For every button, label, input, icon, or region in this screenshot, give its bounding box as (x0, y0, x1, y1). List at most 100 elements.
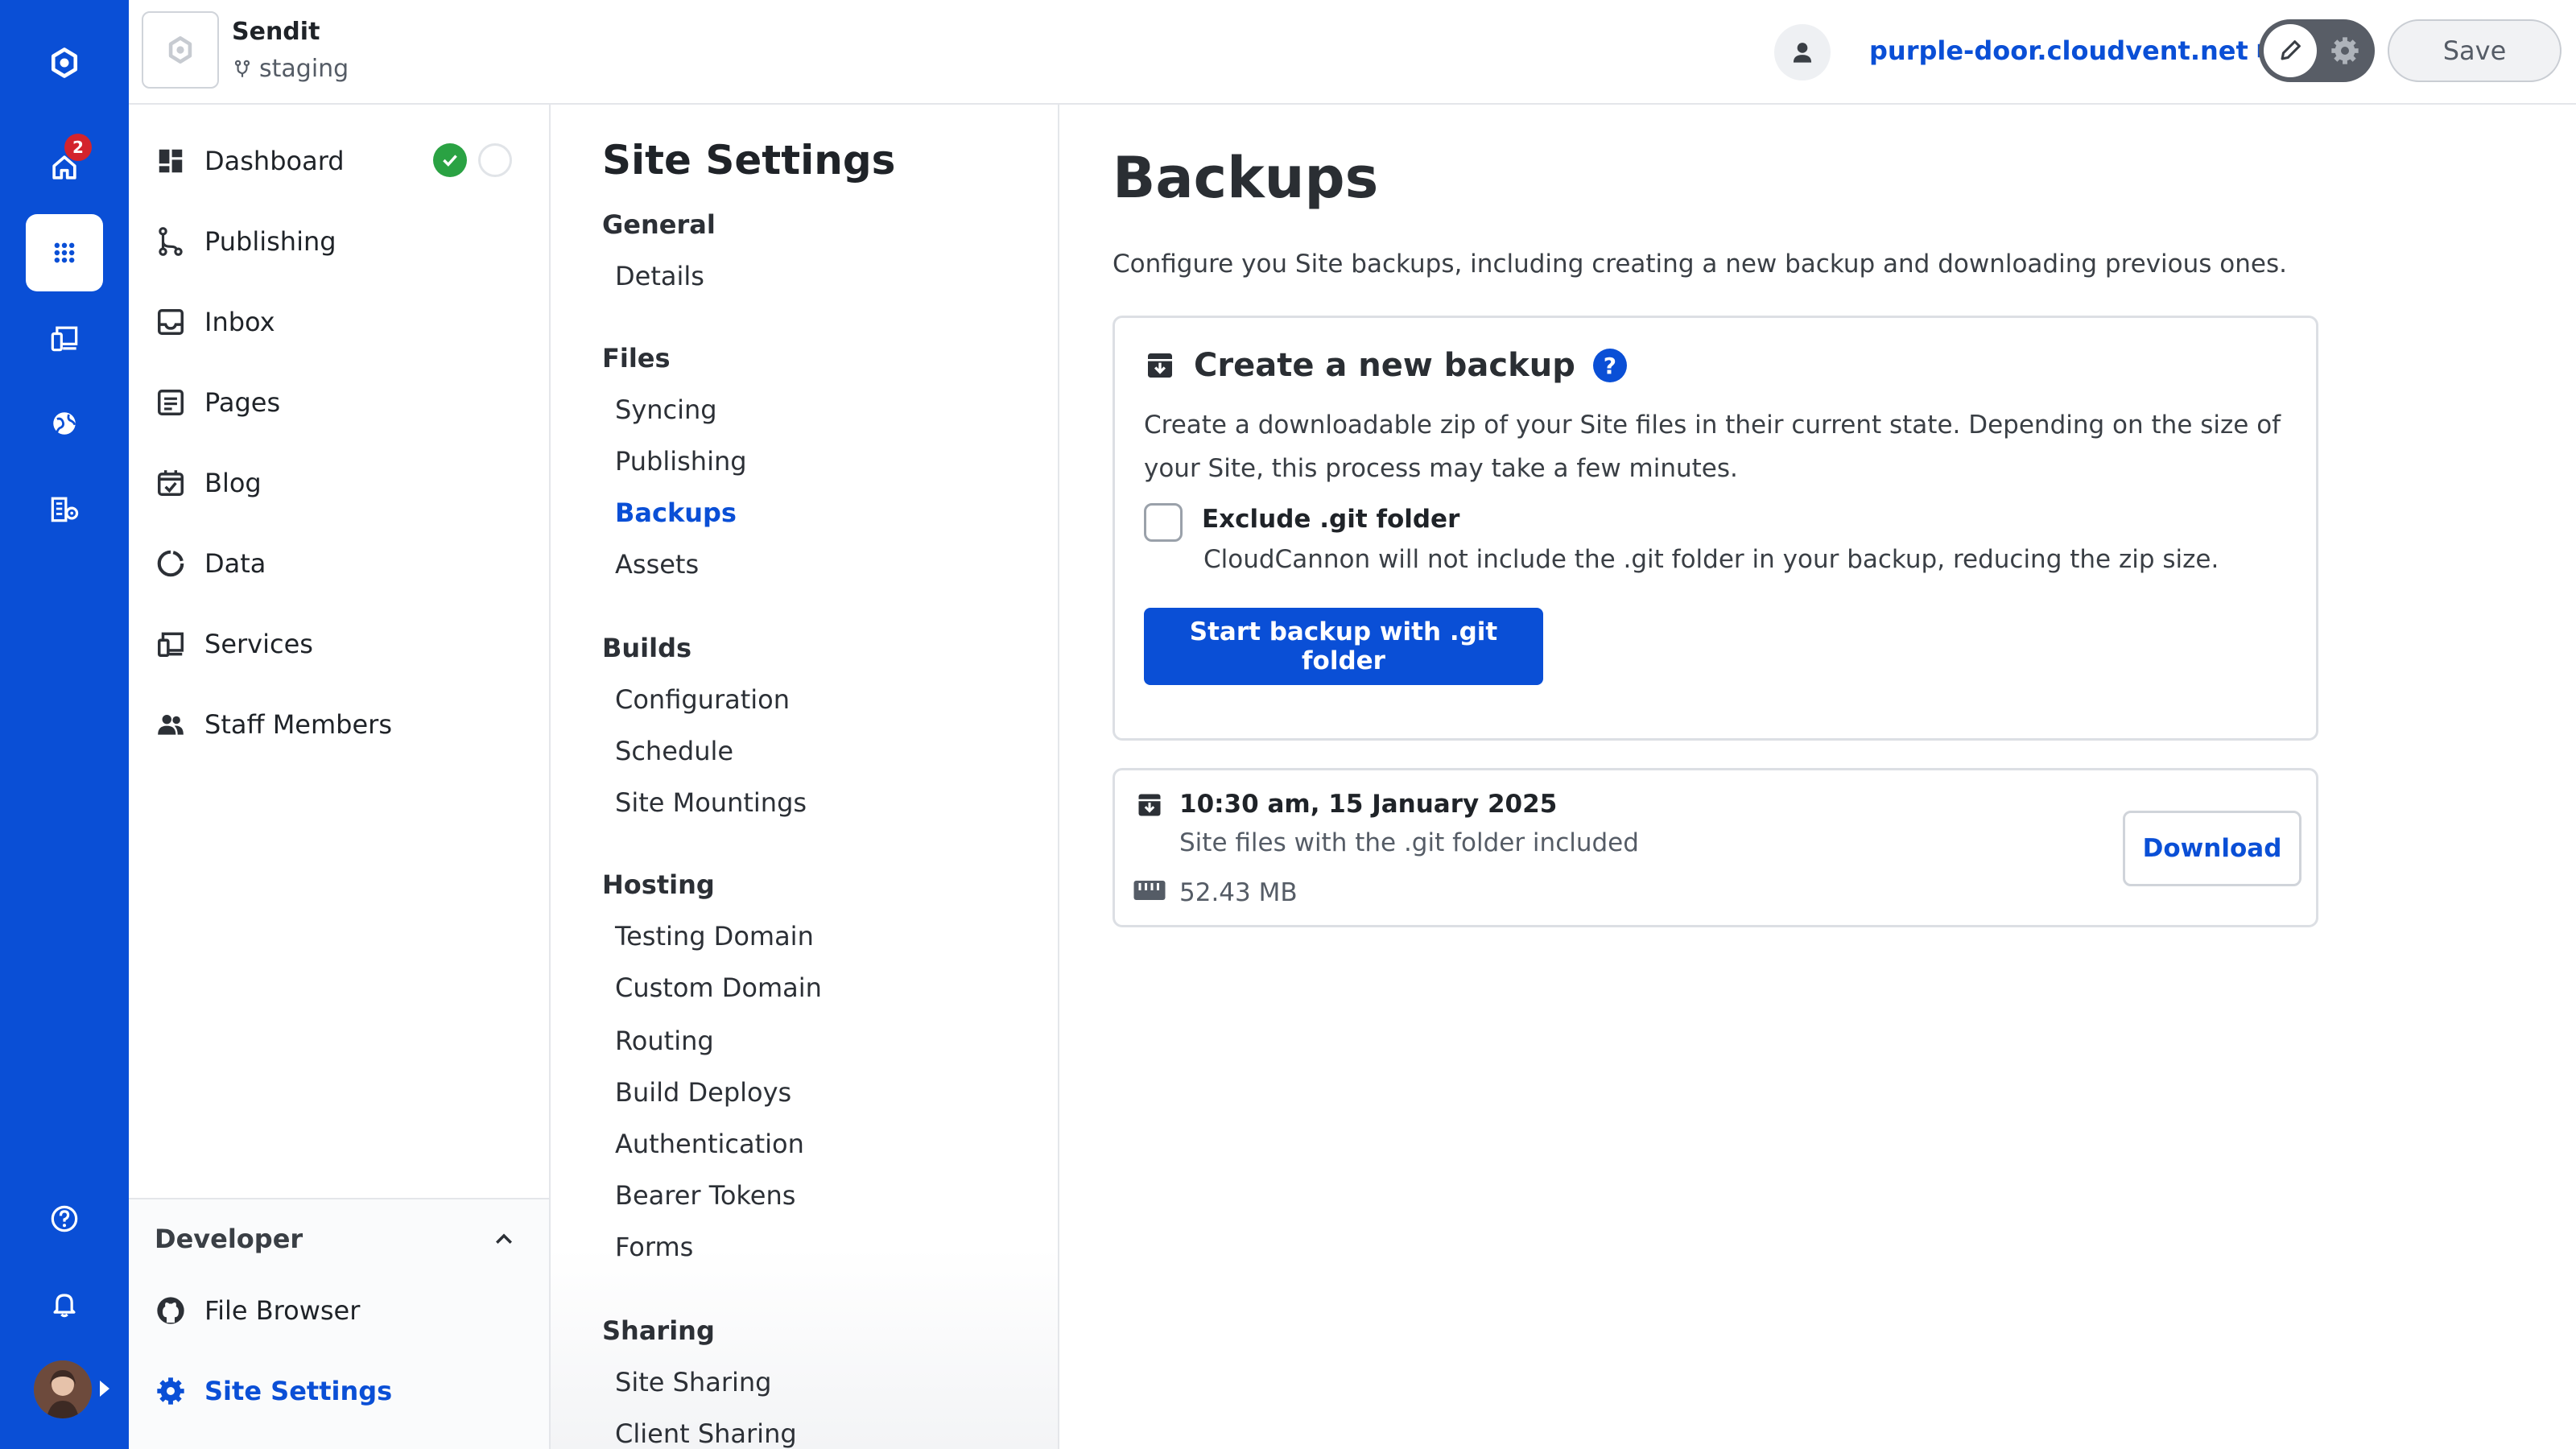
person-icon (1793, 43, 1812, 63)
nav-item-label: Dashboard (204, 146, 345, 176)
user-avatar[interactable] (34, 1360, 92, 1418)
rail-apps-button[interactable] (26, 214, 103, 291)
branch-icon (234, 60, 250, 77)
nav-item-site-settings[interactable]: Site Settings (153, 1367, 392, 1415)
nav-item-file-browser[interactable]: File Browser (153, 1286, 360, 1335)
settings-item-bearer-tokens[interactable]: Bearer Tokens (615, 1180, 795, 1211)
cloudcannon-logo-icon (51, 47, 78, 78)
settings-item-build-deploys[interactable]: Build Deploys (615, 1077, 791, 1108)
start-backup-button[interactable]: Start backup with .git folder (1144, 608, 1543, 685)
avatar-menu-caret-icon[interactable] (100, 1381, 109, 1397)
nav-item-dashboard[interactable]: Dashboard (153, 137, 345, 185)
site-domain-link[interactable]: purple-door.cloudvent.net (1869, 35, 2274, 66)
organization-settings-icon (51, 497, 79, 522)
nav-item-publishing[interactable]: Publishing (153, 217, 336, 266)
backup-timestamp: 10:30 am, 15 January 2025 (1179, 790, 1558, 819)
data-icon (153, 546, 188, 581)
help-icon (51, 1205, 78, 1232)
nav-item-label: Pages (204, 387, 281, 418)
site-branch[interactable]: staging (232, 55, 349, 83)
developer-section: Developer File Browser Site Settings (129, 1198, 549, 1449)
nav-item-inbox[interactable]: Inbox (153, 298, 275, 346)
branch-icon (153, 224, 188, 259)
create-backup-text: Create a downloadable zip of your Site f… (1144, 411, 2281, 483)
toggle-knob (2264, 24, 2317, 77)
chevron-up-icon[interactable] (488, 1224, 520, 1256)
settings-mode-icon (2326, 32, 2363, 69)
settings-item-authentication[interactable]: Authentication (615, 1129, 804, 1159)
globe-icon (53, 412, 76, 435)
exclude-git-hint: CloudCannon will not include the .git fo… (1203, 545, 2219, 574)
rail-help-button[interactable] (26, 1180, 103, 1257)
page-title: Backups (1113, 145, 1379, 211)
grid-icon (54, 242, 75, 263)
archive-download-icon (1133, 788, 1166, 822)
nav-item-services[interactable]: Services (153, 620, 313, 668)
nav-item-staff-members[interactable]: Staff Members (153, 700, 392, 749)
nav-item-label: File Browser (204, 1295, 361, 1326)
settings-item-custom-domain[interactable]: Custom Domain (615, 972, 822, 1003)
settings-nav-title: Site Settings (602, 137, 896, 184)
settings-item-forms[interactable]: Forms (615, 1232, 693, 1262)
save-button[interactable]: Save (2388, 19, 2562, 82)
services-icon (153, 626, 188, 662)
collaborator-button[interactable] (1774, 24, 1831, 80)
nav-item-label: Site Settings (204, 1376, 393, 1406)
site-domain-text: purple-door.cloudvent.net (1869, 35, 2248, 66)
main-content: Backups Configure you Site backups, incl… (1059, 105, 2576, 1449)
nav-item-label: Services (204, 629, 313, 659)
rail-org-button[interactable] (26, 470, 103, 547)
settings-item-routing[interactable]: Routing (615, 1026, 714, 1056)
exclude-git-checkbox[interactable] (1144, 503, 1183, 542)
backup-list-item: 10:30 am, 15 January 2025 Site files wit… (1113, 768, 2318, 927)
settings-group-sharing: Sharing (602, 1315, 715, 1346)
settings-item-publishing[interactable]: Publishing (615, 446, 747, 477)
nav-item-label: Publishing (204, 226, 336, 257)
sync-status-ok-icon (433, 143, 467, 177)
settings-item-client-sharing[interactable]: Client Sharing (615, 1418, 797, 1449)
github-icon (153, 1293, 188, 1328)
pages-icon (153, 385, 188, 420)
exclude-git-label[interactable]: Exclude .git folder (1202, 505, 1459, 534)
rail-home-button[interactable]: 2 (26, 129, 103, 206)
notification-badge: 2 (64, 134, 92, 161)
settings-group-general: General (602, 209, 716, 240)
create-backup-header: Create a new backup ? (1144, 347, 1627, 384)
branch-name: staging (259, 55, 349, 83)
developer-heading[interactable]: Developer (155, 1224, 303, 1254)
page-description: Configure you Site backups, including cr… (1113, 250, 2287, 279)
settings-item-syncing[interactable]: Syncing (615, 394, 717, 425)
site-placeholder-icon (168, 36, 192, 64)
pencil-icon (2281, 40, 2301, 60)
nav-item-label: Data (204, 548, 266, 579)
settings-item-schedule[interactable]: Schedule (615, 736, 733, 766)
settings-item-site-sharing[interactable]: Site Sharing (615, 1367, 771, 1397)
edit-mode-toggle[interactable] (2259, 19, 2375, 82)
settings-item-configuration[interactable]: Configuration (615, 684, 790, 715)
rail-devices-button[interactable] (26, 299, 103, 377)
people-icon (153, 707, 188, 742)
nav-item-data[interactable]: Data (153, 539, 266, 588)
settings-item-assets[interactable]: Assets (615, 549, 699, 580)
rail-notifications-button[interactable] (26, 1265, 103, 1343)
nav-item-pages[interactable]: Pages (153, 378, 280, 427)
rail-globe-button[interactable] (26, 385, 103, 462)
backup-size: 52.43 MB (1179, 878, 1298, 907)
nav-item-label: Blog (204, 468, 262, 498)
top-bar: Sendit staging purple-door.cloudvent.net (129, 0, 2576, 105)
settings-item-backups[interactable]: Backups (615, 497, 737, 528)
settings-item-details[interactable]: Details (615, 261, 704, 291)
backup-description: Site files with the .git folder included (1179, 828, 1639, 857)
site-name: Sendit (232, 18, 320, 46)
archive-download-icon (1148, 353, 1172, 378)
settings-group-hosting: Hosting (602, 869, 715, 900)
help-icon[interactable]: ? (1592, 349, 1627, 382)
download-backup-button[interactable]: Download (2123, 811, 2301, 886)
bell-icon (53, 1294, 76, 1318)
app-logo[interactable] (26, 24, 103, 101)
nav-item-blog[interactable]: Blog (153, 459, 262, 507)
dashboard-icon (153, 143, 188, 179)
settings-nav: Site Settings General Details Files Sync… (551, 105, 1059, 1449)
settings-item-site-mountings[interactable]: Site Mountings (615, 787, 807, 818)
settings-item-testing-domain[interactable]: Testing Domain (615, 921, 814, 952)
